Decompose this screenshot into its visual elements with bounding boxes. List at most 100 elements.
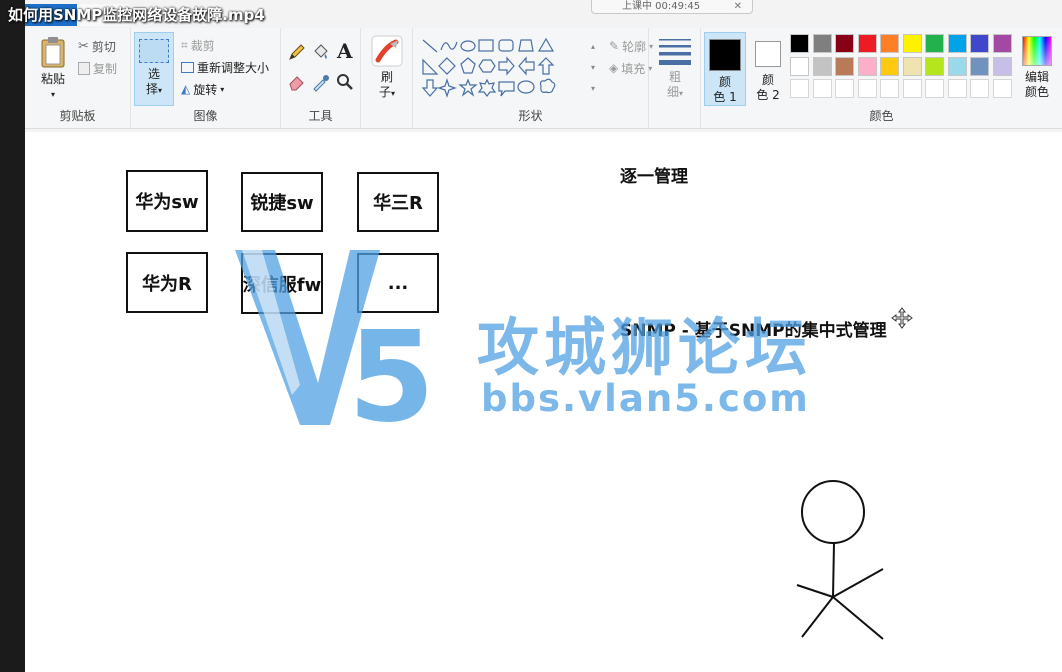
color-swatch[interactable] xyxy=(902,79,922,98)
color-palette xyxy=(790,34,1015,102)
magnifier-icon[interactable] xyxy=(335,72,355,92)
color1-button[interactable]: 颜 色 1 xyxy=(704,32,746,106)
color-swatch[interactable] xyxy=(835,56,854,76)
brush-label-2: 子 xyxy=(378,85,391,99)
size-button[interactable]: 粗 细▾ xyxy=(653,36,697,108)
color-swatch[interactable] xyxy=(970,56,989,76)
copy-label: 复制 xyxy=(93,61,118,76)
fill-button[interactable]: ◈ 填充 ▾ xyxy=(609,58,652,78)
clipboard-icon xyxy=(41,37,65,68)
move-cursor-icon xyxy=(891,307,913,329)
color-swatch[interactable] xyxy=(790,34,809,53)
color-swatch[interactable] xyxy=(857,56,877,76)
rotate-icon: ◭ xyxy=(181,82,191,96)
color-swatch[interactable] xyxy=(902,56,922,76)
color-swatch[interactable] xyxy=(790,79,809,98)
color-swatch[interactable] xyxy=(812,56,832,76)
watermark-url: bbs.vlan5.com xyxy=(481,377,810,420)
device-node: 华为R xyxy=(126,252,208,313)
tools-group: A 工具 xyxy=(281,28,361,128)
shapes-scroll[interactable]: ▴ ▾ ▾ xyxy=(591,36,595,99)
colors-group-label: 颜色 xyxy=(869,109,894,123)
color-swatch[interactable] xyxy=(992,34,1012,53)
color2-label-2: 色 2 xyxy=(756,88,780,102)
rainbow-palette-icon xyxy=(1022,36,1052,66)
selection-rect-icon xyxy=(139,39,169,63)
colors-group: 颜 色 1 颜 色 2 编辑 颜色 颜色 xyxy=(701,28,1062,128)
color-swatch[interactable] xyxy=(970,34,989,53)
cut-button[interactable]: ✂ 剪切 xyxy=(78,36,116,56)
resize-button[interactable]: 重新调整大小 xyxy=(181,57,269,77)
v5-watermark-logo: 5 xyxy=(235,250,435,435)
color-swatch[interactable] xyxy=(902,34,922,53)
brush-icon xyxy=(371,35,403,67)
brushes-button[interactable]: 刷 子▾ xyxy=(367,34,407,108)
color-swatch[interactable] xyxy=(835,79,854,98)
color-swatch[interactable] xyxy=(925,79,944,98)
device-node: 华为sw xyxy=(126,170,208,232)
outline-button[interactable]: ✎ 轮廓 ▾ xyxy=(609,36,653,56)
fill-label: 填充 xyxy=(621,61,646,76)
line-thickness-icon xyxy=(659,39,691,65)
color-swatch[interactable] xyxy=(812,34,832,53)
shapes-group-label: 形状 xyxy=(518,109,543,123)
text-tool-icon[interactable]: A xyxy=(337,39,353,63)
device-node: 华三R xyxy=(357,172,439,232)
outline-pen-icon: ✎ xyxy=(609,39,620,53)
rotate-button[interactable]: ◭ 旋转 ▾ xyxy=(181,79,224,99)
class-timer-pill: 上课中 00:49:45 ✕ xyxy=(591,0,753,14)
color-swatch[interactable] xyxy=(812,79,832,98)
color-swatch[interactable] xyxy=(857,34,877,53)
drawing-canvas[interactable]: 华为sw 锐捷sw 华三R 华为R 深信服fw ... 逐一管理 SNMP - … xyxy=(25,132,1062,672)
image-group: 选 择▾ ⌗ 裁剪 重新调整大小 ◭ 旋转 ▾ 图像 xyxy=(131,28,281,128)
color-swatch[interactable] xyxy=(880,56,899,76)
color-swatch[interactable] xyxy=(970,79,989,98)
close-icon[interactable]: ✕ xyxy=(734,0,742,19)
color-swatch[interactable] xyxy=(880,34,899,53)
pencil-icon[interactable] xyxy=(287,42,307,62)
outline-label: 轮廓 xyxy=(622,39,647,54)
shapes-gallery[interactable] xyxy=(421,36,561,100)
color-swatch[interactable] xyxy=(947,79,967,98)
fill-bucket-icon[interactable] xyxy=(311,42,331,62)
edit-colors-label-1: 编辑 xyxy=(1024,70,1049,84)
color-swatch[interactable] xyxy=(925,56,944,76)
paste-label: 粘贴 xyxy=(40,72,65,86)
ribbon: 粘贴 ▾ ✂ 剪切 复制 剪贴板 选 择▾ ⌗ 裁剪 重新调整大小 ◭ 旋转 ▾… xyxy=(25,28,1062,129)
crop-button[interactable]: ⌗ 裁剪 xyxy=(181,35,215,55)
color2-button[interactable]: 颜 色 2 xyxy=(749,32,787,106)
color-swatch[interactable] xyxy=(992,56,1012,76)
brush-label-1: 刷 xyxy=(380,70,393,84)
color-swatch[interactable] xyxy=(790,56,809,76)
chevron-down-icon: ▾ xyxy=(158,86,163,95)
color-swatch[interactable] xyxy=(992,79,1012,98)
tools-group-label: 工具 xyxy=(308,109,333,123)
color-swatch[interactable] xyxy=(925,34,944,53)
edit-colors-button[interactable]: 编辑 颜色 xyxy=(1017,34,1057,106)
select-button[interactable]: 选 择▾ xyxy=(134,32,174,106)
resize-label: 重新调整大小 xyxy=(197,60,270,75)
color-swatch[interactable] xyxy=(835,34,854,53)
color-swatch[interactable] xyxy=(947,34,967,53)
chevron-down-icon: ▾ xyxy=(220,84,225,94)
color-swatch[interactable] xyxy=(947,56,967,76)
crop-icon: ⌗ xyxy=(181,37,188,52)
copy-button[interactable]: 复制 xyxy=(78,58,117,78)
scissors-icon: ✂ xyxy=(78,38,89,54)
eraser-icon[interactable] xyxy=(287,72,307,92)
crop-label: 裁剪 xyxy=(190,38,215,53)
color2-label-1: 颜 xyxy=(761,73,774,87)
paste-button[interactable]: 粘贴 ▾ xyxy=(35,36,71,106)
class-timer-text: 上课中 00:49:45 xyxy=(622,1,701,12)
video-title: 如何用SNMP监控网络设备故障.mp4 xyxy=(8,6,265,24)
color-swatch[interactable] xyxy=(880,79,899,98)
color1-label-2: 色 1 xyxy=(713,90,737,104)
v5-badge-text: 5 xyxy=(348,305,435,435)
color-picker-icon[interactable] xyxy=(311,72,331,92)
brush-group: 刷 子▾ xyxy=(361,28,413,128)
chevron-down-icon: ▾ xyxy=(679,89,684,98)
color-swatch[interactable] xyxy=(857,79,877,98)
edit-colors-label-2: 颜色 xyxy=(1024,85,1049,99)
image-group-label: 图像 xyxy=(193,109,218,123)
size-group: 粗 细▾ xyxy=(649,28,701,128)
